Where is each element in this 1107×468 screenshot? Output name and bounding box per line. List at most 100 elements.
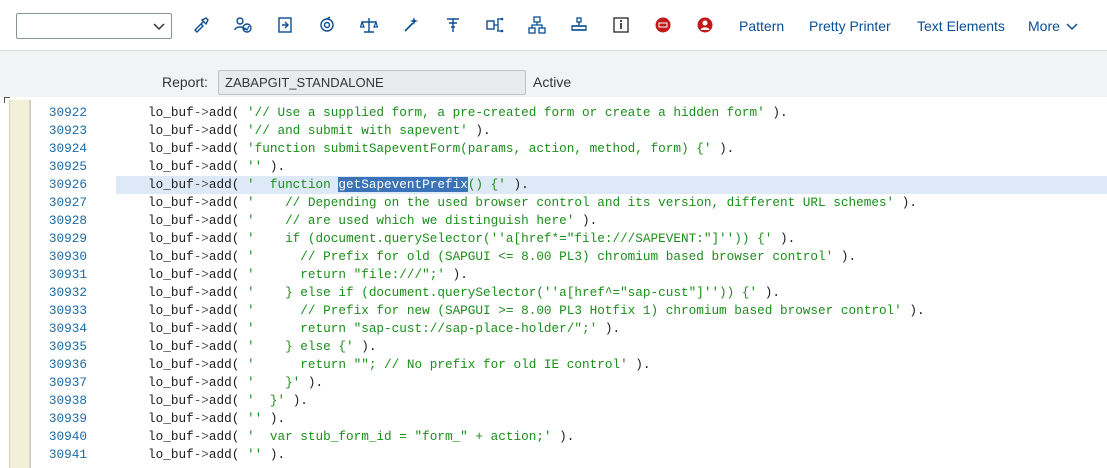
activate-icon[interactable] bbox=[232, 14, 254, 36]
code-method: add( bbox=[208, 375, 247, 390]
code-line[interactable]: 30928 lo_buf->add( ' // are used which we… bbox=[0, 212, 1107, 230]
breakpoint-icon[interactable] bbox=[442, 14, 464, 36]
code-terminator: ). bbox=[467, 123, 491, 138]
display-object-icon[interactable] bbox=[400, 14, 422, 36]
more-menu-button[interactable]: More bbox=[1028, 18, 1078, 34]
code-line[interactable]: 30926 lo_buf->add( ' function getSapevent… bbox=[0, 176, 1107, 194]
code-line[interactable]: 30924 lo_buf->add( 'function submitSapeve… bbox=[0, 140, 1107, 158]
code-line[interactable]: 30925 lo_buf->add( '' ). bbox=[0, 158, 1107, 176]
code-method: add( bbox=[208, 411, 247, 426]
line-number: 30935 bbox=[48, 339, 87, 354]
code-line[interactable]: 30923 lo_buf->add( '// and submit with sa… bbox=[0, 122, 1107, 140]
code-text: lo_buf->add( ' return ""; // No prefix f… bbox=[148, 356, 651, 374]
pretty-printer-button[interactable]: Pretty Printer bbox=[809, 18, 891, 34]
stop-icon[interactable] bbox=[652, 14, 674, 36]
check-syntax-icon[interactable] bbox=[190, 14, 212, 36]
line-number: 30922 bbox=[48, 105, 87, 120]
code-text: lo_buf->add( '// and submit with sapeven… bbox=[148, 122, 491, 140]
pattern-button[interactable]: Pattern bbox=[739, 18, 784, 34]
code-line[interactable]: 30932 lo_buf->add( ' } else if (document.… bbox=[0, 284, 1107, 302]
code-terminator: ). bbox=[627, 357, 651, 372]
code-operator: -> bbox=[193, 411, 209, 426]
code-string: ' return ""; // No prefix for old IE con… bbox=[247, 357, 628, 372]
code-terminator: ). bbox=[894, 195, 918, 210]
code-string: ' }' bbox=[247, 375, 301, 390]
code-operator: -> bbox=[193, 123, 209, 138]
code-text: lo_buf->add( ' } else if (document.query… bbox=[148, 284, 780, 302]
code-line[interactable]: 30935 lo_buf->add( ' } else {' ). bbox=[0, 338, 1107, 356]
report-label: Report: bbox=[162, 74, 208, 90]
line-number: 30941 bbox=[48, 447, 87, 462]
report-name-field[interactable]: ZABAPGIT_STANDALONE bbox=[218, 70, 526, 95]
code-method: add( bbox=[208, 447, 247, 462]
code-terminator: ). bbox=[597, 321, 621, 336]
code-line[interactable]: 30930 lo_buf->add( ' // Prefix for old (S… bbox=[0, 248, 1107, 266]
code-text: lo_buf->add( ' // Prefix for old (SAPGUI… bbox=[148, 248, 856, 266]
code-method: add( bbox=[208, 195, 247, 210]
line-number: 30923 bbox=[48, 123, 87, 138]
navigation-icon[interactable] bbox=[484, 14, 506, 36]
code-text: lo_buf->add( ' function getSapeventPrefi… bbox=[148, 176, 529, 194]
chevron-down-icon bbox=[1066, 23, 1078, 31]
line-number: 30930 bbox=[48, 249, 87, 264]
code-string: ' // are used which we distinguish here' bbox=[247, 213, 575, 228]
code-operator: -> bbox=[193, 141, 209, 156]
code-line[interactable]: 30934 lo_buf->add( ' return "sap-cust://s… bbox=[0, 320, 1107, 338]
code-operator: -> bbox=[193, 159, 209, 174]
code-operator: -> bbox=[193, 303, 209, 318]
code-text: lo_buf->add( '' ). bbox=[148, 446, 285, 464]
code-terminator: ). bbox=[262, 411, 286, 426]
code-object: lo_buf bbox=[148, 447, 194, 462]
code-line[interactable]: 30939 lo_buf->add( '' ). bbox=[0, 410, 1107, 428]
command-field-dropdown[interactable] bbox=[16, 13, 172, 39]
code-operator: -> bbox=[193, 429, 209, 444]
code-terminator: ). bbox=[772, 231, 796, 246]
test-icon[interactable] bbox=[274, 14, 296, 36]
enhance-icon[interactable] bbox=[568, 14, 590, 36]
line-number: 30938 bbox=[48, 393, 87, 408]
code-object: lo_buf bbox=[148, 429, 194, 444]
code-object: lo_buf bbox=[148, 141, 194, 156]
code-line[interactable]: 30941 lo_buf->add( '' ). bbox=[0, 446, 1107, 464]
code-line[interactable]: 30933 lo_buf->add( ' // Prefix for new (S… bbox=[0, 302, 1107, 320]
code-line[interactable]: 30940 lo_buf->add( ' var stub_form_id = "… bbox=[0, 428, 1107, 446]
code-operator: -> bbox=[193, 321, 209, 336]
code-string: ' // Prefix for old (SAPGUI <= 8.00 PL3)… bbox=[247, 249, 834, 264]
line-number: 30933 bbox=[48, 303, 87, 318]
text-elements-button[interactable]: Text Elements bbox=[917, 18, 1005, 34]
code-string: '// Use a supplied form, a pre-created f… bbox=[247, 105, 765, 120]
where-used-icon[interactable] bbox=[316, 14, 338, 36]
code-operator: -> bbox=[193, 447, 209, 462]
code-line[interactable]: 30929 lo_buf->add( ' if (document.querySe… bbox=[0, 230, 1107, 248]
code-terminator: ). bbox=[444, 267, 468, 282]
code-line[interactable]: 30938 lo_buf->add( ' }' ). bbox=[0, 392, 1107, 410]
abap-code-editor[interactable]: 30922 lo_buf->add( '// Use a supplied for… bbox=[0, 97, 1107, 468]
code-operator: -> bbox=[193, 339, 209, 354]
code-method: add( bbox=[208, 213, 247, 228]
code-terminator: ). bbox=[285, 393, 308, 408]
code-method: add( bbox=[208, 321, 247, 336]
code-terminator: ). bbox=[353, 339, 377, 354]
code-operator: -> bbox=[193, 249, 209, 264]
code-string: '' bbox=[247, 447, 263, 462]
line-number: 30928 bbox=[48, 213, 87, 228]
code-string: ' // Prefix for new (SAPGUI >= 8.00 PL3 … bbox=[247, 303, 902, 318]
code-line[interactable]: 30936 lo_buf->add( ' return ""; // No pre… bbox=[0, 356, 1107, 374]
code-object: lo_buf bbox=[148, 267, 194, 282]
code-line[interactable]: 30922 lo_buf->add( '// Use a supplied for… bbox=[0, 104, 1107, 122]
code-method: add( bbox=[208, 285, 247, 300]
code-line[interactable]: 30927 lo_buf->add( ' // Depending on the … bbox=[0, 194, 1107, 212]
info-icon[interactable] bbox=[610, 14, 632, 36]
line-number: 30926 bbox=[48, 177, 87, 192]
object-list-icon[interactable] bbox=[358, 14, 380, 36]
code-line[interactable]: 30931 lo_buf->add( ' return "file:///";' … bbox=[0, 266, 1107, 284]
user-icon[interactable] bbox=[694, 14, 716, 36]
code-text: lo_buf->add( ' if (document.querySelecto… bbox=[148, 230, 795, 248]
code-string: ' if (document.querySelector(''a[href*="… bbox=[247, 231, 773, 246]
code-line[interactable]: 30937 lo_buf->add( ' }' ). bbox=[0, 374, 1107, 392]
code-string: ' function bbox=[247, 177, 339, 192]
hierarchy-icon[interactable] bbox=[526, 14, 548, 36]
code-string: '' bbox=[247, 159, 263, 174]
code-text: lo_buf->add( '// Use a supplied form, a … bbox=[148, 104, 788, 122]
selected-text: getSapeventPrefix bbox=[338, 177, 468, 192]
